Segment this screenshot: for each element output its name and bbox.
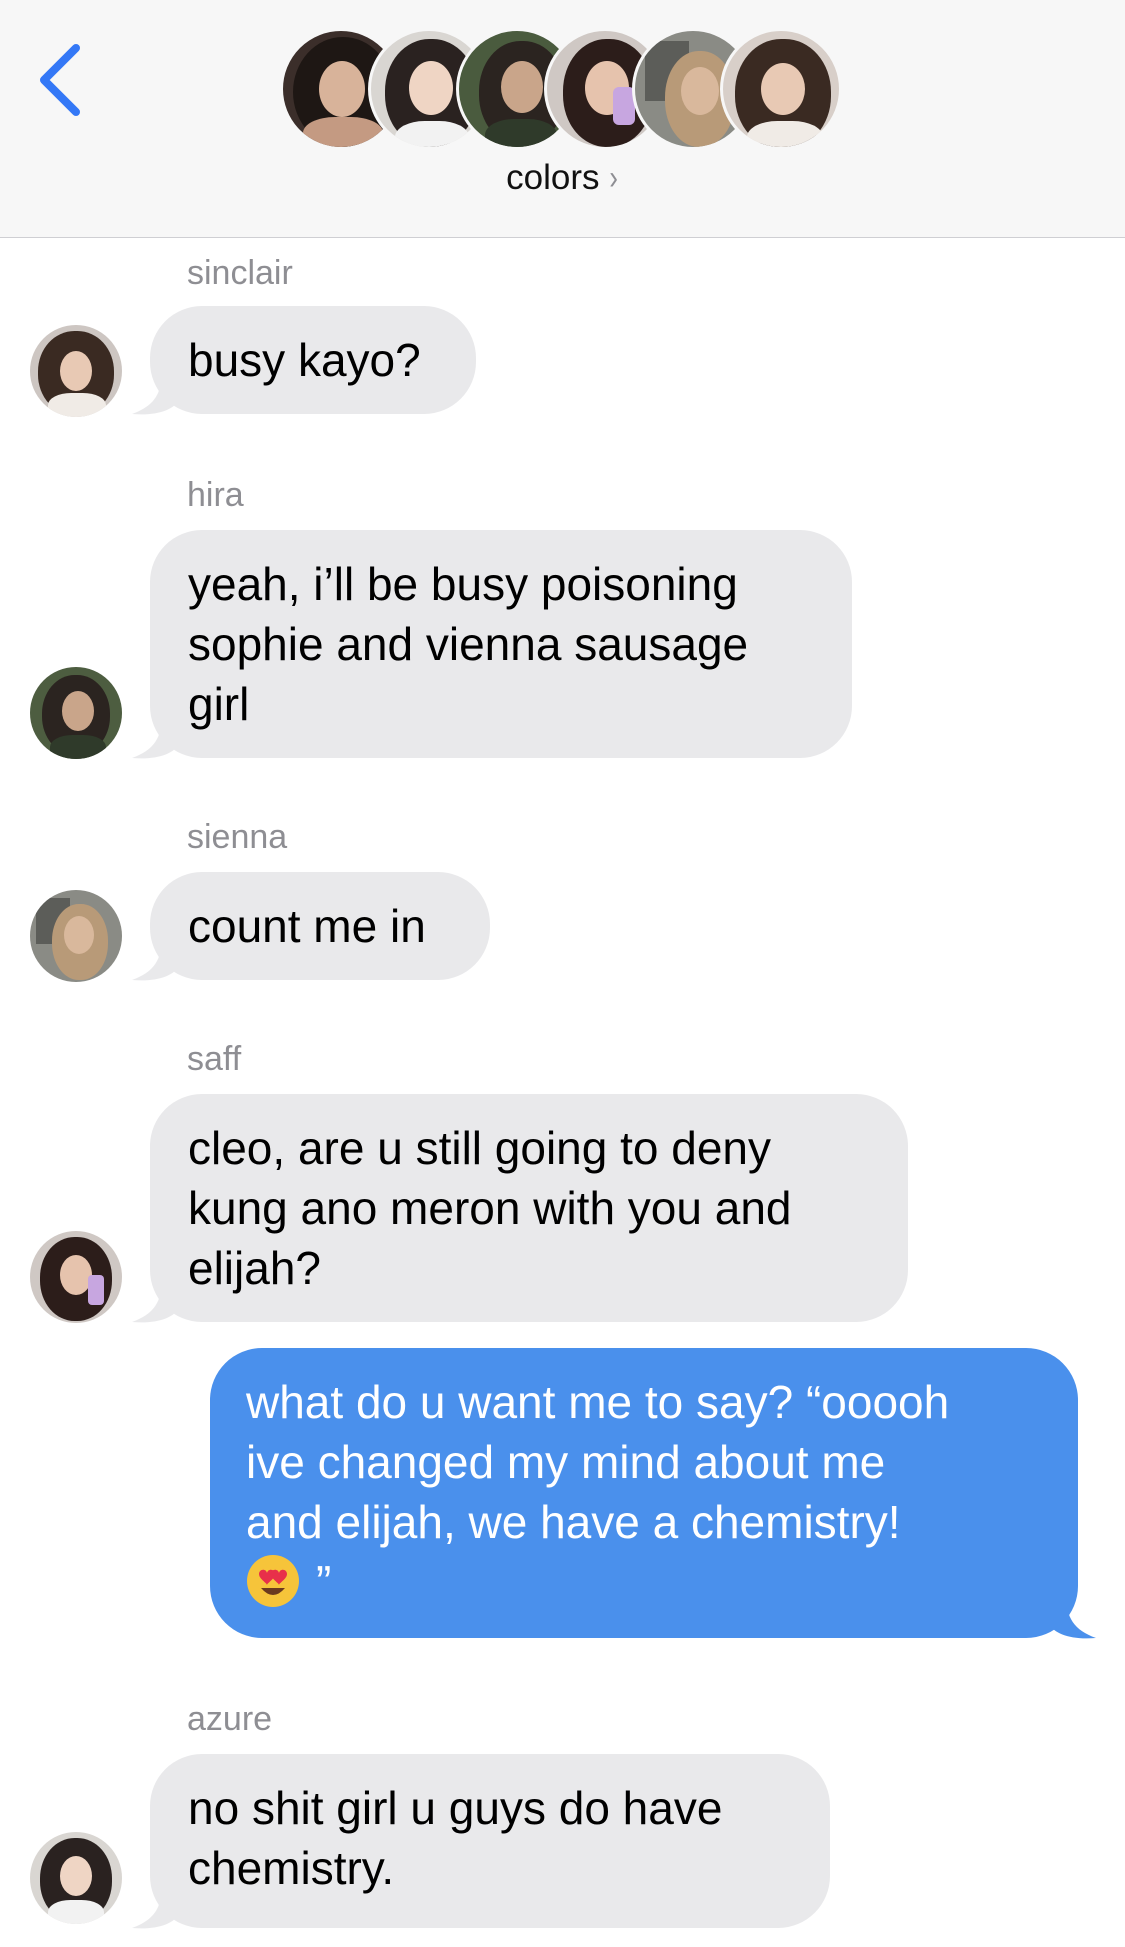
incoming-message-bubble[interactable]: cleo, are u still going to deny kung ano… — [132, 1094, 908, 1323]
group-name-link[interactable]: colors › — [0, 158, 1125, 198]
message-text: sophie and vienna sausage — [188, 618, 749, 670]
sender-avatar[interactable] — [30, 1832, 122, 1924]
heart-eyes-emoji-icon — [247, 1555, 299, 1607]
group-avatar — [720, 28, 842, 150]
message-text-emoji-line: ” — [246, 1552, 1040, 1612]
message-text: what do u want me to say? “ooooh — [246, 1376, 950, 1428]
bubble-tail — [132, 1278, 180, 1323]
sender-avatar[interactable] — [30, 667, 122, 759]
message-text: ive changed my mind about me — [246, 1436, 886, 1488]
message-text: cleo, are u still going to deny — [188, 1122, 772, 1174]
message-text: yeah, i’ll be busy poisoning — [188, 558, 738, 610]
group-avatar-stack[interactable] — [280, 28, 860, 152]
sender-avatar[interactable] — [30, 1231, 122, 1323]
incoming-message-bubble[interactable]: yeah, i’ll be busy poisoning sophie and … — [132, 530, 852, 759]
sender-name: sienna — [187, 818, 288, 856]
back-button[interactable] — [32, 40, 88, 120]
sender-avatar[interactable] — [30, 890, 122, 982]
message-text: ” — [316, 1556, 332, 1608]
message-text: girl — [188, 678, 250, 730]
message-text: count me in — [188, 900, 426, 952]
bubble-tail — [132, 370, 180, 415]
conversation-header: colors › — [0, 0, 1125, 238]
message-text: elijah? — [188, 1242, 321, 1294]
chevron-left-icon — [40, 44, 80, 116]
message-text: busy kayo? — [188, 334, 421, 386]
sender-avatar[interactable] — [30, 325, 122, 417]
incoming-message-bubble[interactable]: no shit girl u guys do have chemistry. — [132, 1754, 830, 1929]
outgoing-message-bubble[interactable]: what do u want me to say? “ooooh ive cha… — [210, 1348, 1096, 1639]
message-text: no shit girl u guys do have — [188, 1782, 723, 1834]
message-text: and elijah, we have a chemistry! — [246, 1496, 901, 1548]
message-text: kung ano meron with you and — [188, 1182, 792, 1234]
sender-name: azure — [187, 1700, 273, 1738]
sender-name: hira — [187, 476, 244, 514]
bubble-tail — [132, 936, 180, 981]
incoming-message-bubble[interactable]: count me in — [132, 872, 490, 981]
sender-name: saff — [187, 1040, 242, 1078]
bubble-tail — [132, 1884, 180, 1929]
sender-name: sinclair — [187, 254, 293, 292]
bubble-tail — [132, 714, 180, 759]
group-name: colors — [506, 158, 600, 197]
chevron-right-icon: › — [608, 159, 618, 197]
incoming-message-bubble[interactable]: busy kayo? — [132, 306, 476, 415]
bubble-tail — [1048, 1594, 1096, 1639]
message-text: chemistry. — [188, 1842, 395, 1894]
